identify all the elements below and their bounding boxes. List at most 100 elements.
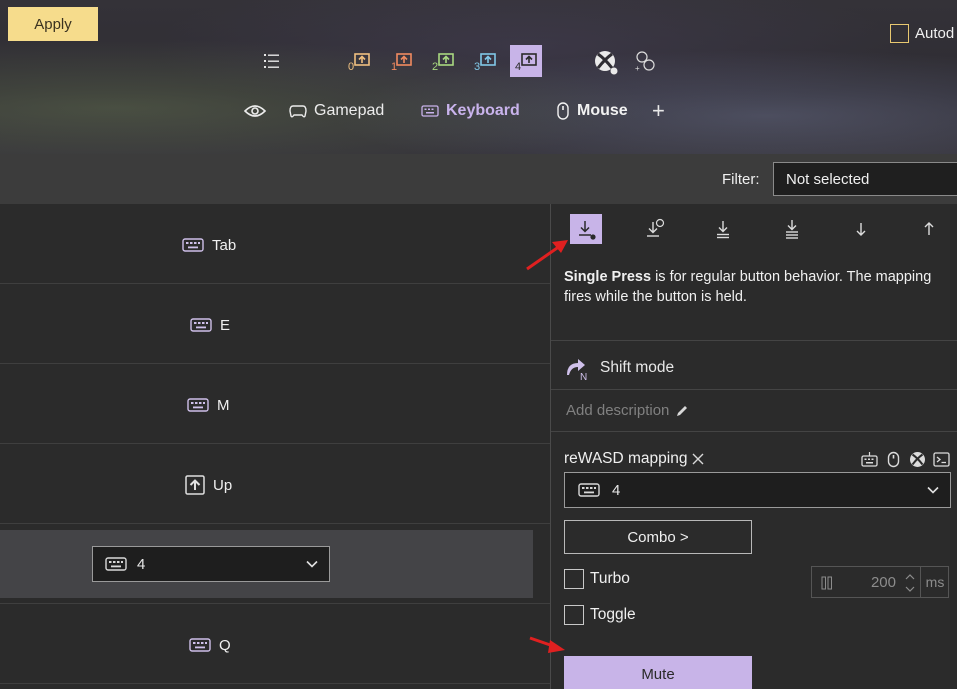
autodetect-label: Autod — [915, 24, 955, 42]
add-description-field[interactable]: Add description — [566, 402, 689, 419]
turbo-label: Turbo — [590, 570, 630, 587]
slot-3-icon: 3 — [474, 53, 496, 72]
close-icon[interactable] — [691, 452, 705, 466]
mapping-row-tab[interactable]: Tab — [0, 204, 550, 284]
row-mapping-select[interactable]: 4 — [92, 546, 330, 582]
mapping-detail-panel: Single Press is for regular button behav… — [550, 204, 957, 689]
slot-3-label: 3 — [474, 61, 480, 72]
mapping-select-value: 4 — [612, 481, 621, 499]
filter-select[interactable]: Not selected — [773, 162, 957, 196]
turbo-checkbox[interactable]: Turbo — [564, 569, 630, 589]
long-press-button[interactable] — [639, 214, 671, 244]
chevron-down-icon — [306, 560, 318, 568]
mute-button[interactable]: Mute — [564, 656, 752, 689]
pencil-icon[interactable] — [675, 404, 689, 418]
mapping-row-q[interactable]: Q — [0, 604, 550, 684]
xbox-icon[interactable] — [909, 451, 926, 468]
gamepad-icon — [289, 105, 307, 118]
row-label: Q — [219, 636, 231, 654]
filter-label: Filter: — [722, 171, 760, 188]
annotation-arrow-icon — [529, 636, 565, 653]
turbo-checkbox-box[interactable] — [564, 569, 584, 589]
turbo-interval-input[interactable]: 200 ms — [811, 566, 949, 598]
mapping-row-m[interactable]: M — [0, 364, 550, 444]
tab-gamepad[interactable]: Gamepad — [289, 102, 384, 120]
single-press-button[interactable] — [570, 214, 602, 244]
mapping-row-up[interactable]: Up — [0, 444, 550, 524]
turbo-interval-value: 200 — [870, 574, 896, 591]
divider — [551, 389, 957, 390]
release-button[interactable] — [913, 214, 945, 244]
arrow-up-key-icon — [185, 475, 205, 495]
add-description-placeholder: Add description — [566, 402, 670, 419]
keyboard-icon — [189, 638, 211, 652]
xbox-icon[interactable] — [592, 49, 620, 77]
toggle-checkbox[interactable]: Toggle — [564, 605, 636, 625]
keyboard-icon — [187, 398, 209, 412]
keyboard-icon[interactable] — [861, 451, 878, 468]
slot-3-button[interactable]: 3 — [469, 45, 501, 77]
slot-2-button[interactable]: 2 — [427, 45, 459, 77]
combo-button[interactable]: Combo > — [564, 520, 752, 554]
row-label: E — [220, 316, 231, 334]
shift-mode-label: Shift mode — [600, 359, 675, 376]
add-tab-button[interactable]: + — [652, 100, 672, 122]
slot-0-icon: 0 — [348, 53, 370, 72]
row-content: M — [187, 394, 230, 416]
mapping-row-4[interactable]: 4 — [0, 524, 550, 604]
tab-mouse[interactable]: Mouse — [556, 102, 628, 120]
shift-mode-row[interactable]: N Shift mode — [564, 354, 674, 382]
terminal-icon[interactable] — [933, 451, 950, 468]
filter-bar: Filter: Not selected — [0, 154, 957, 204]
triple-press-icon — [786, 220, 798, 239]
keyboard-icon — [105, 557, 127, 571]
svg-text:+: + — [635, 64, 640, 73]
start-press-button[interactable] — [845, 214, 877, 244]
mapping-list: Tab E M Up 4 Q — [0, 204, 550, 689]
mouse-icon[interactable] — [885, 451, 902, 468]
slot-4-button[interactable]: 4 — [510, 45, 542, 77]
double-press-button[interactable] — [707, 214, 739, 244]
divider — [551, 340, 957, 341]
mapping-title: reWASD mapping — [564, 450, 705, 468]
row-label: M — [217, 396, 230, 414]
controller-combo-icon[interactable]: + — [634, 50, 658, 74]
keyboard-icon — [182, 238, 204, 252]
tab-keyboard[interactable]: Keyboard — [421, 102, 520, 120]
keyboard-icon — [421, 105, 439, 117]
list-icon[interactable] — [263, 52, 281, 70]
toggle-label: Toggle — [590, 606, 636, 623]
slot-0-button[interactable]: 0 — [343, 45, 375, 77]
double-press-icon — [717, 221, 729, 239]
single-press-icon — [579, 221, 596, 240]
triple-press-button[interactable] — [776, 214, 808, 244]
mapping-type-icons — [861, 451, 950, 468]
eye-icon — [244, 105, 266, 117]
slot-1-icon: 1 — [391, 53, 412, 72]
arrow-up-icon — [924, 222, 934, 235]
row-label: Up — [213, 476, 233, 494]
row-label: 4 — [137, 555, 146, 573]
row-content: E — [190, 314, 230, 336]
mapping-row-e[interactable]: E — [0, 284, 550, 364]
toggle-checkbox-box[interactable] — [564, 605, 584, 625]
long-press-icon — [647, 218, 665, 237]
shift-mode-icon: N — [567, 359, 587, 381]
mapping-select[interactable]: 4 — [564, 472, 951, 508]
row-content: Up — [185, 474, 232, 496]
autodetect-checkbox-box[interactable] — [890, 23, 909, 43]
tab-mouse-label: Mouse — [577, 102, 628, 119]
apply-button[interactable]: Apply — [8, 7, 98, 41]
spinner-arrows-icon[interactable] — [904, 571, 916, 595]
slot-1-button[interactable]: 1 — [385, 45, 417, 77]
autodetect-checkbox[interactable]: Autod — [890, 23, 954, 43]
mouse-icon — [557, 102, 569, 120]
slot-4-label: 4 — [515, 61, 521, 72]
tab-preview[interactable] — [244, 102, 266, 120]
description-bold: Single Press — [564, 269, 652, 285]
divider — [551, 431, 957, 432]
slot-0-label: 0 — [348, 61, 354, 72]
press-type-description: Single Press is for regular button behav… — [564, 267, 954, 307]
svg-text:N: N — [580, 372, 587, 381]
mapping-title-label: reWASD mapping — [564, 450, 688, 467]
